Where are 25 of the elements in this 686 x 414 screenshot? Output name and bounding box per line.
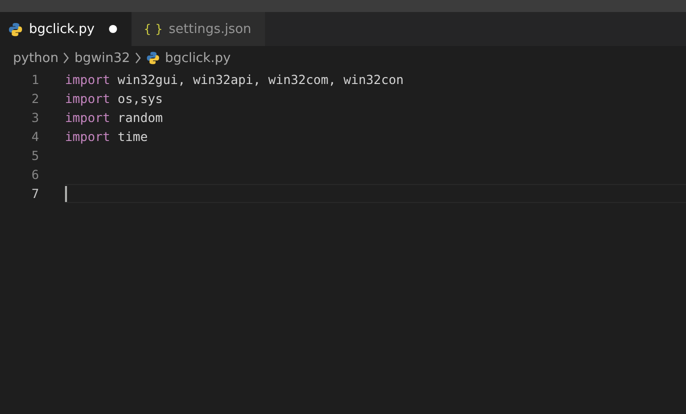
line-number: 1 <box>30 71 40 89</box>
line-number: 5 <box>30 147 40 165</box>
editor-tab[interactable]: { } settings.json <box>132 12 266 46</box>
text-cursor <box>65 186 67 202</box>
line-number: 7 <box>30 185 40 203</box>
code-line: import random <box>65 110 163 125</box>
code-line: import os,sys <box>65 91 163 106</box>
chevron-right-icon <box>62 52 70 64</box>
line-number: 6 <box>30 166 40 184</box>
breadcrumb-item[interactable]: bgwin32 <box>74 52 130 64</box>
code-line: import win32gui, win32api, win32com, win32con <box>65 72 404 87</box>
python-icon <box>146 51 160 65</box>
line-number: 3 <box>30 109 40 127</box>
line-number: 2 <box>30 90 40 108</box>
editor-tab[interactable]: bgclick.py <box>0 12 132 46</box>
line-number: 4 <box>30 128 40 146</box>
braces-icon: { } <box>144 22 163 36</box>
breadcrumb-item[interactable]: bgclick.py <box>165 52 231 64</box>
tab-label: settings.json <box>168 22 252 36</box>
python-icon <box>8 22 23 36</box>
unsaved-dot-icon[interactable] <box>108 25 117 33</box>
tab-label: bgclick.py <box>29 22 95 36</box>
breadcrumb-item[interactable]: python <box>13 52 58 64</box>
chevron-right-icon <box>134 52 142 64</box>
code-line: import time <box>65 129 148 144</box>
